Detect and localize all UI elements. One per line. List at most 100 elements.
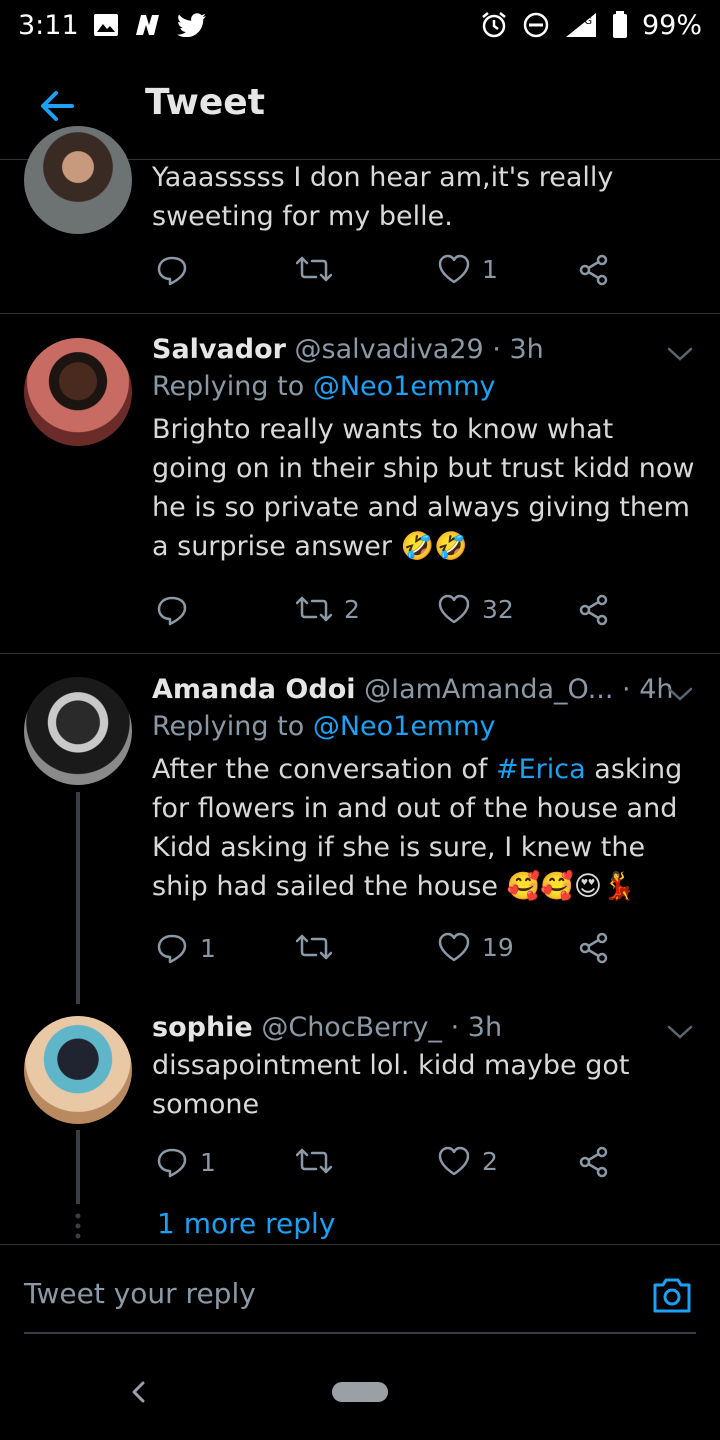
tweet-actions: 1	[152, 254, 632, 294]
tweet-actions: 1 19	[152, 932, 632, 972]
tweet[interactable]: Amanda Odoi @IamAmanda_O... · 4h Replyin…	[0, 654, 720, 1004]
home-pill[interactable]	[332, 1382, 388, 1402]
reply-icon	[157, 934, 187, 964]
author-name[interactable]: Salvador	[152, 334, 286, 365]
retweet-icon	[296, 596, 332, 622]
page-title: Tweet	[145, 82, 265, 123]
avatar[interactable]	[24, 677, 132, 785]
status-bar: 3:11 3G 99%	[0, 0, 720, 50]
battery-icon	[612, 11, 628, 39]
share-icon	[579, 254, 608, 286]
reply-button[interactable]: 1	[156, 932, 216, 964]
retweet-count: 2	[344, 594, 360, 624]
mention-link[interactable]: @Neo1emmy	[313, 711, 496, 742]
tweet[interactable]: Salvador @salvadiva29 · 3h Replying to @…	[0, 314, 720, 653]
share-icon	[579, 1146, 608, 1178]
signal-icon: 3G	[564, 11, 598, 39]
tweet[interactable]: Yaaasssss I don hear am,it's really swee…	[0, 126, 720, 313]
thread-line	[76, 1130, 80, 1204]
news-icon	[133, 13, 163, 37]
like-count: 2	[482, 1146, 498, 1176]
reply-count: 1	[200, 933, 216, 963]
reply-icon	[157, 596, 187, 626]
tweet-meta: sophie @ChocBerry_ · 3h	[152, 1010, 696, 1046]
share-button[interactable]	[578, 254, 610, 286]
avatar[interactable]	[24, 338, 132, 446]
status-time: 3:11	[18, 9, 79, 41]
share-icon	[579, 932, 608, 964]
back-arrow-icon	[41, 91, 74, 121]
reply-button[interactable]: 1	[156, 1146, 216, 1178]
like-icon	[438, 254, 470, 284]
camera-icon[interactable]	[650, 1273, 694, 1317]
chevron-down-icon[interactable]	[666, 684, 694, 704]
replying-prefix: Replying to	[152, 371, 305, 402]
svg-text:3G: 3G	[578, 16, 592, 27]
input-underline	[24, 1332, 696, 1334]
alarm-icon	[480, 11, 508, 39]
thread-line	[76, 792, 80, 1004]
more-replies-link[interactable]: 1 more reply	[157, 1207, 335, 1240]
twitter-bird-icon	[176, 13, 207, 37]
tweet[interactable]: sophie @ChocBerry_ · 3h dissapointment l…	[0, 1004, 720, 1204]
tweet-text: Brighto really wants to know what going …	[152, 414, 695, 562]
tweet-text: dissapointment lol. kidd maybe got somon…	[152, 1050, 630, 1120]
author-handle[interactable]: @ChocBerry_	[261, 1012, 442, 1043]
like-icon	[438, 1146, 470, 1176]
reply-button[interactable]	[156, 594, 200, 626]
share-icon	[579, 594, 608, 626]
like-button[interactable]: 32	[438, 594, 514, 624]
reply-icon	[157, 1148, 187, 1178]
replying-prefix: Replying to	[152, 711, 305, 742]
like-count: 1	[482, 254, 498, 284]
tweet-actions: 1 2	[152, 1146, 632, 1186]
author-name[interactable]: sophie	[152, 1012, 253, 1043]
retweet-icon	[296, 934, 332, 960]
tweet-text: After the conversation of #Erica asking …	[152, 750, 696, 906]
hashtag-link[interactable]: #Erica	[496, 754, 586, 785]
like-icon	[438, 594, 470, 624]
like-count: 19	[482, 932, 514, 962]
replying-to: Replying to @Neo1emmy	[152, 708, 696, 746]
gallery-icon	[93, 13, 119, 37]
retweet-button[interactable]: 2	[296, 594, 360, 624]
like-button[interactable]: 19	[438, 932, 514, 962]
reply-count: 1	[200, 1147, 216, 1177]
do-not-disturb-icon	[522, 11, 550, 39]
reply-input[interactable]: Tweet your reply	[24, 1277, 256, 1310]
share-button[interactable]	[578, 1146, 610, 1178]
mention-link[interactable]: @Neo1emmy	[313, 371, 496, 402]
reply-button[interactable]	[156, 254, 200, 286]
retweet-button[interactable]	[296, 1146, 344, 1176]
like-icon	[438, 932, 470, 962]
reply-icon	[157, 256, 187, 286]
retweet-button[interactable]	[296, 932, 344, 962]
tweet-time: · 3h	[450, 1012, 503, 1043]
tweet-text-part: After the conversation of	[152, 754, 496, 785]
avatar[interactable]	[24, 1016, 132, 1124]
author-handle[interactable]: @salvadiva29	[295, 334, 484, 365]
back-button[interactable]	[34, 84, 78, 128]
author-handle[interactable]: @IamAmanda_O...	[364, 674, 613, 705]
battery-percent: 99%	[641, 9, 702, 41]
share-button[interactable]	[578, 932, 610, 964]
tweet-time: · 3h	[492, 334, 544, 365]
share-button[interactable]	[578, 594, 610, 626]
tweet-actions: 2 32	[152, 594, 632, 634]
like-count: 32	[482, 594, 514, 624]
tweet-meta: Amanda Odoi @IamAmanda_O... · 4h	[152, 672, 696, 708]
like-button[interactable]: 2	[438, 1146, 498, 1176]
avatar[interactable]	[24, 126, 132, 234]
replying-to: Replying to @Neo1emmy	[152, 368, 696, 406]
tweet-text: Yaaasssss I don hear am,it's really swee…	[152, 162, 614, 232]
retweet-icon	[296, 256, 332, 282]
system-nav-bar	[0, 1350, 720, 1440]
like-button[interactable]: 1	[438, 254, 498, 284]
system-back-icon[interactable]	[126, 1378, 150, 1406]
chevron-down-icon[interactable]	[666, 1022, 694, 1042]
author-name[interactable]: Amanda Odoi	[152, 674, 356, 705]
retweet-icon	[296, 1148, 332, 1174]
retweet-button[interactable]	[296, 254, 344, 284]
chevron-down-icon[interactable]	[666, 344, 694, 364]
reply-bar: Tweet your reply	[0, 1244, 720, 1340]
